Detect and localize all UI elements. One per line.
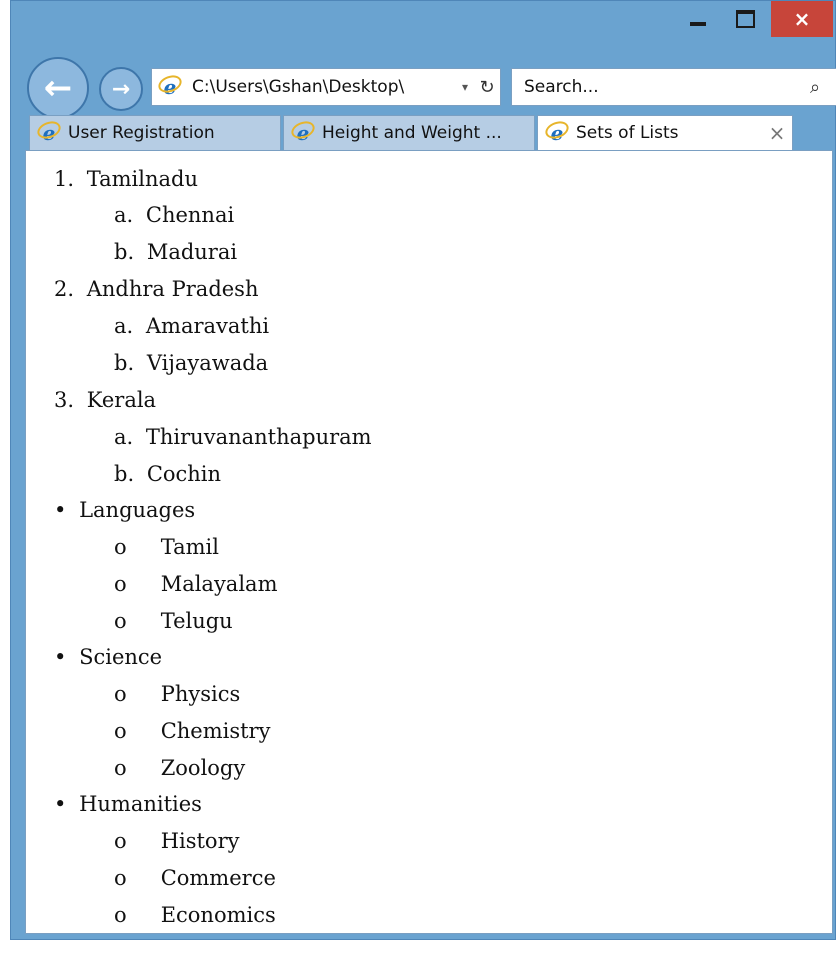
list-item: 3. Kerala [54,386,156,414]
list-item-text: Tamil [160,535,219,559]
sub-list-item: o Physics [114,680,240,708]
sub-list-item: o Commerce [114,864,276,892]
back-button[interactable]: ← [27,57,89,119]
browser-window: × ← → e C:\Users\Gshan\Desktop\ ▾ ↻ Sear… [10,0,836,940]
sub-list-item: o Chemistry [114,717,270,745]
list-item: 2. Andhra Pradesh [54,275,259,303]
sub-list-item: o Tamil [114,533,219,561]
address-bar[interactable]: e C:\Users\Gshan\Desktop\ ▾ ↻ [151,68,501,106]
list-item-text: Malayalam [160,572,278,596]
tab-height-and-weight[interactable]: e Height and Weight ... [283,115,535,151]
address-dropdown-icon[interactable]: ▾ [456,80,474,94]
list-marker: a. [114,425,134,449]
list-marker: 2. [54,277,75,301]
tab-label: User Registration [68,123,215,143]
list-marker: • [54,645,67,669]
list-item-text: Thiruvananthapuram [145,425,372,449]
address-url[interactable]: C:\Users\Gshan\Desktop\ [192,77,456,97]
ie-logo-icon: e [288,118,318,145]
list-marker: o [114,903,127,927]
sub-list-item: o Zoology [114,754,245,782]
forward-arrow-icon: → [111,76,131,102]
maximize-icon [735,10,755,28]
list-item-text: Economics [160,903,276,927]
list-marker: o [114,682,127,706]
sub-list-item: o Telugu [114,607,233,635]
sub-list-item: b. Vijayawada [114,349,268,377]
list-marker: • [54,498,67,522]
ie-logo-icon: e [155,72,185,99]
tab-sets-of-lists[interactable]: e Sets of Lists × [537,115,793,151]
list-marker: b. [114,351,135,375]
list-item-text: Physics [160,682,241,706]
list-marker: 1. [54,167,75,191]
list-item-text: Telugu [160,609,233,633]
list-item-text: Science [79,645,163,669]
list-item-text: Vijayawada [146,351,269,375]
search-input[interactable]: Search... [524,77,810,97]
tab-user-registration[interactable]: e User Registration [29,115,281,151]
list-marker: o [114,535,127,559]
sub-list-item: o Malayalam [114,570,277,598]
sub-list-item: b. Cochin [114,460,221,488]
sub-list-item: a. Thiruvananthapuram [114,423,372,451]
ie-logo-icon: e [34,118,64,145]
close-icon: × [793,7,811,31]
title-bar: × [11,1,835,51]
list-item-text: Tamilnadu [86,167,198,191]
list-marker: o [114,829,127,853]
list-marker: 3. [54,388,75,412]
list-item: • Humanities [54,790,202,818]
list-item-text: History [160,829,240,853]
sub-list-item: a. Chennai [114,201,234,229]
list-item-text: Commerce [160,866,276,890]
list-item-text: Zoology [160,756,246,780]
list-item: • Science [54,643,162,671]
minimize-icon [690,22,706,26]
maximize-button[interactable] [723,1,767,37]
list-marker: o [114,756,127,780]
sub-list-item: b. Madurai [114,238,237,266]
search-icon[interactable]: ⌕ [810,77,836,98]
list-item: • Languages [54,496,195,524]
list-item-text: Chennai [145,203,235,227]
sub-list-item: a. Amaravathi [114,312,269,340]
sub-list-item: o Economics [114,901,276,929]
tab-close-icon[interactable]: × [762,121,792,145]
list-marker: a. [114,314,134,338]
list-marker: o [114,572,127,596]
refresh-icon[interactable]: ↻ [474,77,500,98]
sub-list-item: o History [114,827,239,855]
list-item-text: Cochin [146,462,222,486]
list-marker: o [114,609,127,633]
tab-label: Sets of Lists [576,123,679,143]
list-item-text: Andhra Pradesh [86,277,259,301]
list-item-text: Kerala [86,388,157,412]
list-item-text: Madurai [146,240,238,264]
list-marker: o [114,866,127,890]
page-content: 1. Tamilnadu a. Chennai b. Madurai 2. An… [25,150,833,934]
list-marker: o [114,719,127,743]
list-item-text: Amaravathi [145,314,270,338]
list-marker: • [54,792,67,816]
close-button[interactable]: × [771,1,833,37]
search-box[interactable]: Search... ⌕ [511,68,836,106]
list-item-text: Chemistry [160,719,271,743]
ie-logo-icon: e [542,118,572,145]
list-item-text: Languages [79,498,196,522]
list-marker: a. [114,203,134,227]
back-arrow-icon: ← [43,68,73,108]
list-marker: b. [114,240,135,264]
tab-label: Height and Weight ... [322,123,502,143]
list-item: 1. Tamilnadu [54,165,198,193]
forward-button[interactable]: → [99,67,143,111]
list-item-text: Humanities [79,792,202,816]
list-marker: b. [114,462,135,486]
minimize-button[interactable] [676,1,720,37]
